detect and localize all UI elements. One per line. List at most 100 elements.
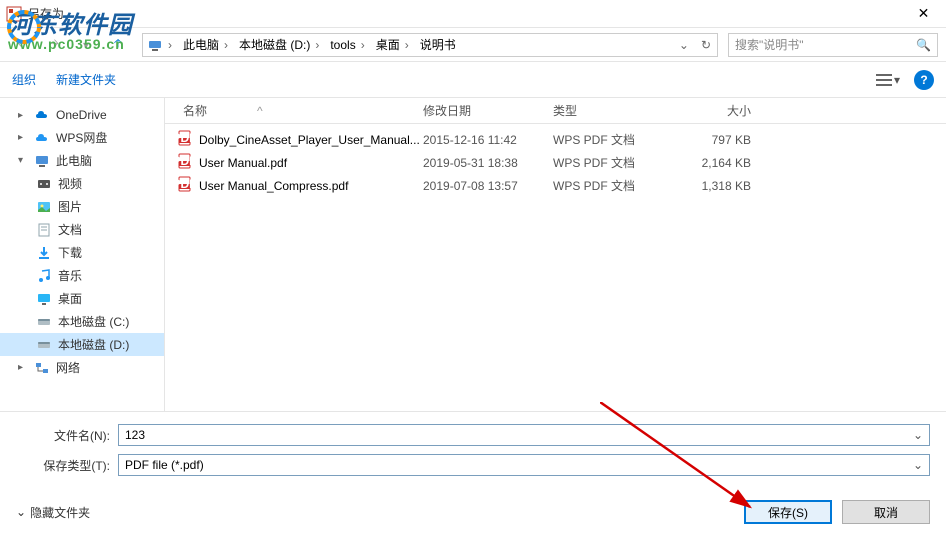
breadcrumb[interactable]: › 此电脑› 本地磁盘 (D:)› tools› 桌面› 说明书 ⌄↻ — [142, 33, 718, 57]
filetype-label: 保存类型(T): — [16, 457, 118, 474]
cancel-button[interactable]: 取消 — [842, 500, 930, 524]
search-input[interactable]: 搜索"说明书" 🔍 — [728, 33, 938, 57]
sidebar-item[interactable]: ▸WPS网盘 — [0, 126, 164, 149]
svg-text:PDF: PDF — [177, 177, 193, 191]
titlebar: 另存为 ✕ — [0, 0, 946, 28]
pdf-icon: PDF — [177, 176, 193, 195]
up-button[interactable]: 🡡 — [104, 33, 132, 57]
desktop-icon — [36, 291, 52, 307]
bottom-panel: 文件名(N): 123⌄ 保存类型(T): PDF file (*.pdf)⌄ … — [0, 411, 946, 536]
sidebar-item[interactable]: 图片 — [0, 195, 164, 218]
sidebar-item[interactable]: 本地磁盘 (D:) — [0, 333, 164, 356]
toolbar: 组织 新建文件夹 ▾ ? — [0, 62, 946, 98]
download-icon — [36, 245, 52, 261]
sidebar-item-label: OneDrive — [56, 108, 107, 122]
pdf-icon: PDF — [177, 153, 193, 172]
col-name[interactable]: 名称^ — [177, 102, 417, 119]
file-size: 797 KB — [657, 133, 757, 147]
breadcrumb-item[interactable]: 说明书 — [416, 34, 460, 56]
sidebar-item-label: 网络 — [56, 359, 80, 376]
disk-icon — [36, 314, 52, 330]
file-size: 1,318 KB — [657, 179, 757, 193]
filetype-dropdown-icon[interactable]: ⌄ — [913, 458, 923, 472]
nav-bar: 🡠 🡢 ▾ 🡡 › 此电脑› 本地磁盘 (D:)› tools› 桌面› 说明书… — [0, 28, 946, 62]
sidebar: ▸OneDrive▸WPS网盘▾此电脑视频图片文档下载音乐桌面本地磁盘 (C:)… — [0, 98, 165, 411]
breadcrumb-item[interactable]: 桌面› — [372, 34, 416, 56]
sidebar-item-label: 本地磁盘 (D:) — [58, 336, 129, 353]
breadcrumb-item[interactable]: tools› — [326, 34, 371, 56]
file-row[interactable]: PDF User Manual.pdf 2019-05-31 18:38WPS PD… — [165, 151, 946, 174]
sidebar-item-label: 桌面 — [58, 290, 82, 307]
pdf-icon: PDF — [177, 130, 193, 149]
file-row[interactable]: PDF User Manual_Compress.pdf 2019-07-08 13… — [165, 174, 946, 197]
sidebar-item-label: 下载 — [58, 244, 82, 261]
sidebar-item[interactable]: 桌面 — [0, 287, 164, 310]
col-type[interactable]: 类型 — [547, 102, 657, 119]
sidebar-item-label: 图片 — [58, 198, 82, 215]
breadcrumb-item[interactable]: 此电脑› — [179, 34, 235, 56]
sidebar-item[interactable]: 文档 — [0, 218, 164, 241]
sidebar-item-label: WPS网盘 — [56, 129, 107, 146]
image-icon — [36, 199, 52, 215]
hide-folders-toggle[interactable]: ⌄隐藏文件夹 — [16, 504, 90, 521]
window-title: 另存为 — [28, 5, 64, 22]
app-icon — [6, 6, 22, 22]
sidebar-item[interactable]: 音乐 — [0, 264, 164, 287]
filename-input[interactable]: 123⌄ — [118, 424, 930, 446]
file-list: 名称^ 修改日期 类型 大小 PDF Dolby_CineAsset_Player… — [165, 98, 946, 411]
col-date[interactable]: 修改日期 — [417, 102, 547, 119]
file-name: User Manual_Compress.pdf — [199, 179, 348, 193]
save-button[interactable]: 保存(S) — [744, 500, 832, 524]
network-icon — [34, 360, 50, 376]
sidebar-item-label: 本地磁盘 (C:) — [58, 313, 129, 330]
sidebar-item[interactable]: ▾此电脑 — [0, 149, 164, 172]
filetype-select[interactable]: PDF file (*.pdf)⌄ — [118, 454, 930, 476]
doc-icon — [36, 222, 52, 238]
sidebar-item-label: 音乐 — [58, 267, 82, 284]
col-size[interactable]: 大小 — [657, 102, 757, 119]
view-mode-button[interactable]: ▾ — [872, 71, 904, 89]
sidebar-item-label: 视频 — [58, 175, 82, 192]
disk-icon — [36, 337, 52, 353]
svg-text:PDF: PDF — [177, 131, 193, 145]
breadcrumb-item[interactable]: 本地磁盘 (D:)› — [235, 34, 326, 56]
file-name: User Manual.pdf — [199, 156, 287, 170]
file-type: WPS PDF 文档 — [547, 131, 657, 148]
sidebar-item[interactable]: ▸网络 — [0, 356, 164, 379]
file-row[interactable]: PDF Dolby_CineAsset_Player_User_Manual...… — [165, 128, 946, 151]
file-type: WPS PDF 文档 — [547, 154, 657, 171]
svg-text:PDF: PDF — [177, 154, 193, 168]
recent-button[interactable]: ▾ — [72, 33, 100, 57]
breadcrumb-dropdown[interactable]: ⌄ — [673, 38, 695, 52]
filename-label: 文件名(N): — [16, 427, 118, 444]
file-type: WPS PDF 文档 — [547, 177, 657, 194]
organize-menu[interactable]: 组织 — [12, 71, 36, 88]
sidebar-item[interactable]: 本地磁盘 (C:) — [0, 310, 164, 333]
cloud-blue-icon — [34, 107, 50, 123]
search-icon: 🔍 — [916, 38, 931, 52]
file-name: Dolby_CineAsset_Player_User_Manual... — [199, 133, 420, 147]
video-icon — [36, 176, 52, 192]
sidebar-item[interactable]: 下载 — [0, 241, 164, 264]
close-button[interactable]: ✕ — [901, 0, 946, 28]
sidebar-item-label: 此电脑 — [56, 152, 92, 169]
column-headers: 名称^ 修改日期 类型 大小 — [165, 98, 946, 124]
forward-button[interactable]: 🡢 — [40, 33, 68, 57]
cloud-wps-icon — [34, 130, 50, 146]
sidebar-item-label: 文档 — [58, 221, 82, 238]
help-button[interactable]: ? — [914, 70, 934, 90]
chevron-down-icon: ⌄ — [16, 505, 26, 519]
sidebar-item[interactable]: 视频 — [0, 172, 164, 195]
back-button[interactable]: 🡠 — [8, 33, 36, 57]
file-size: 2,164 KB — [657, 156, 757, 170]
file-date: 2019-05-31 18:38 — [417, 156, 547, 170]
search-placeholder: 搜索"说明书" — [735, 36, 804, 53]
file-date: 2019-07-08 13:57 — [417, 179, 547, 193]
breadcrumb-pc-icon[interactable]: › — [143, 34, 179, 56]
refresh-button[interactable]: ↻ — [695, 38, 717, 52]
pc-icon — [34, 153, 50, 169]
new-folder-button[interactable]: 新建文件夹 — [56, 71, 116, 88]
filename-dropdown-icon[interactable]: ⌄ — [913, 428, 923, 442]
sidebar-item[interactable]: ▸OneDrive — [0, 104, 164, 126]
file-date: 2015-12-16 11:42 — [417, 133, 547, 147]
